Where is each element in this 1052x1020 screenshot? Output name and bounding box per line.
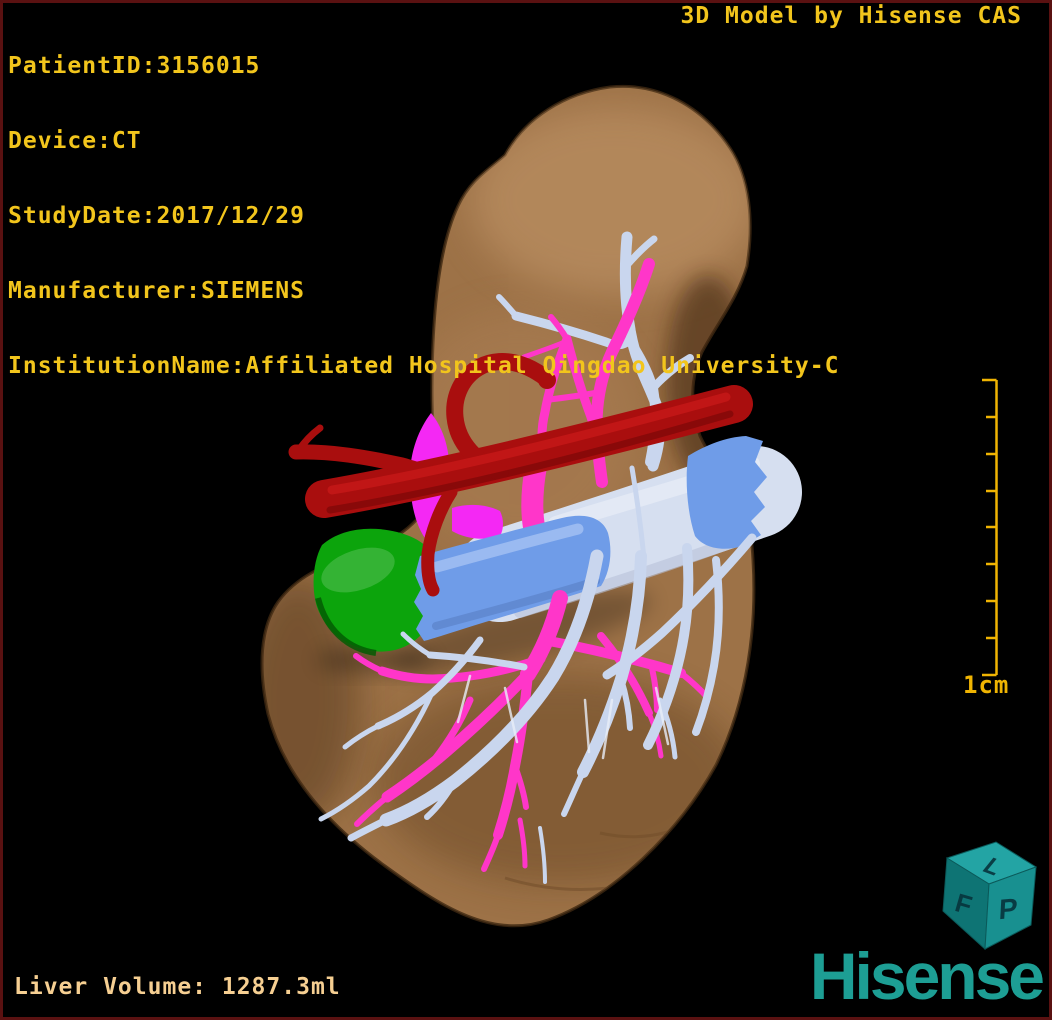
viewer-3d[interactable]: L F P PatientID:3156015 Device:CT StudyD… [0,0,1052,1020]
orientation-cube[interactable]: L F P [942,841,1038,951]
study-date-text: StudyDate:2017/12/29 [8,203,305,229]
view-title: 3D Model by Hisense CAS [680,3,1022,29]
dicom-header-info: PatientID:3156015 Device:CT StudyDate:20… [8,4,839,429]
liver-volume-text: Liver Volume: 1287.3ml [14,974,341,1000]
hisense-logo: Hisense [809,939,1045,1013]
patient-id-text: PatientID:3156015 [8,53,261,79]
scale-bar [982,378,998,677]
device-text: Device:CT [8,128,142,154]
scale-bar-label: 1cm [963,671,1010,699]
portal-trunk-mid [521,455,547,538]
cube-letter-right: P [998,893,1018,926]
manufacturer-text: Manufacturer:SIEMENS [8,278,305,304]
institution-text: InstitutionName:Affiliated Hospital Qing… [8,353,840,379]
